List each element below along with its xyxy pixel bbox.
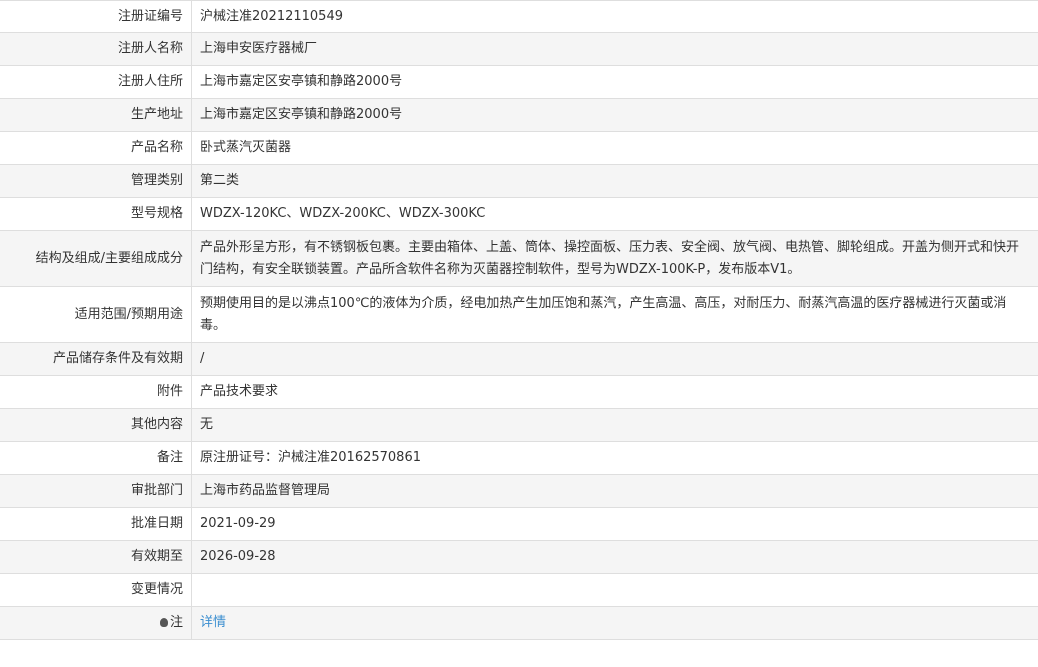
table-row-note: 注 详情	[0, 606, 1038, 640]
row-value: 第二类	[200, 173, 240, 188]
row-value: 卧式蒸汽灭菌器	[200, 140, 292, 155]
row-value: 产品技术要求	[200, 384, 279, 399]
registration-record-table: 注册证编号 沪械注准20212110549 注册人名称 上海申安医疗器械厂 注册…	[0, 0, 1038, 640]
row-value: 无	[200, 417, 214, 432]
table-row: 注册证编号 沪械注准20212110549	[0, 0, 1038, 33]
lightbulb-icon	[159, 618, 168, 627]
table-row: 适用范围/预期用途 预期使用目的是以沸点100℃的液体为介质，经电加热产生加压饱…	[0, 286, 1038, 343]
row-label: 生产地址	[0, 98, 192, 132]
row-label: 有效期至	[0, 540, 192, 574]
row-value: 产品外形呈方形，有不锈钢板包裹。主要由箱体、上盖、筒体、操控面板、压力表、安全阀…	[200, 239, 1020, 277]
table-row: 结构及组成/主要组成成分 产品外形呈方形，有不锈钢板包裹。主要由箱体、上盖、筒体…	[0, 230, 1038, 287]
row-label: 适用范围/预期用途	[0, 286, 192, 343]
table-row: 型号规格 WDZX-120KC、WDZX-200KC、WDZX-300KC	[0, 197, 1038, 231]
note-label-text: 注	[169, 615, 183, 630]
row-value: 沪械注准20212110549	[200, 8, 343, 24]
row-label: 型号规格	[0, 197, 192, 231]
table-row: 审批部门 上海市药品监督管理局	[0, 474, 1038, 508]
table-row: 有效期至 2026-09-28	[0, 540, 1038, 574]
row-value: /	[200, 351, 205, 366]
row-value: WDZX-120KC、WDZX-200KC、WDZX-300KC	[200, 206, 486, 221]
note-label: 注	[0, 606, 192, 640]
row-value: 上海市嘉定区安亭镇和静路2000号	[200, 107, 403, 122]
note-value: 详情	[192, 607, 1038, 640]
table-row: 产品名称 卧式蒸汽灭菌器	[0, 131, 1038, 165]
table-row: 生产地址 上海市嘉定区安亭镇和静路2000号	[0, 98, 1038, 132]
row-label: 结构及组成/主要组成成分	[0, 230, 192, 287]
table-row: 备注 原注册证号：沪械注准20162570861	[0, 441, 1038, 475]
row-label: 备注	[0, 441, 192, 475]
row-label: 注册人名称	[0, 32, 192, 66]
row-value: 2021-09-29	[200, 516, 276, 531]
table-row: 注册人住所 上海市嘉定区安亭镇和静路2000号	[0, 65, 1038, 99]
row-label: 产品名称	[0, 131, 192, 165]
row-value: 上海市嘉定区安亭镇和静路2000号	[200, 74, 403, 89]
row-label: 产品储存条件及有效期	[0, 342, 192, 376]
row-label: 注册证编号	[0, 0, 192, 33]
row-value: 预期使用目的是以沸点100℃的液体为介质，经电加热产生加压饱和蒸汽，产生高温、高…	[200, 295, 1007, 333]
row-label: 审批部门	[0, 474, 192, 508]
row-label: 注册人住所	[0, 65, 192, 99]
table-row: 附件 产品技术要求	[0, 375, 1038, 409]
table-row: 其他内容 无	[0, 408, 1038, 442]
table-row: 产品储存条件及有效期 /	[0, 342, 1038, 376]
table-row: 注册人名称 上海申安医疗器械厂	[0, 32, 1038, 66]
row-label: 变更情况	[0, 573, 192, 607]
table-row: 变更情况	[0, 573, 1038, 607]
row-value: 2026-09-28	[200, 549, 276, 564]
row-value: 上海市药品监督管理局	[200, 483, 331, 498]
row-label: 附件	[0, 375, 192, 409]
row-label: 其他内容	[0, 408, 192, 442]
row-label: 批准日期	[0, 507, 192, 541]
row-value: 上海申安医疗器械厂	[200, 41, 318, 56]
row-label: 管理类别	[0, 164, 192, 198]
table-row: 批准日期 2021-09-29	[0, 507, 1038, 541]
row-value: 原注册证号：沪械注准20162570861	[200, 450, 421, 465]
table-row: 管理类别 第二类	[0, 164, 1038, 198]
row-value	[192, 574, 1038, 607]
details-link[interactable]: 详情	[200, 615, 226, 630]
